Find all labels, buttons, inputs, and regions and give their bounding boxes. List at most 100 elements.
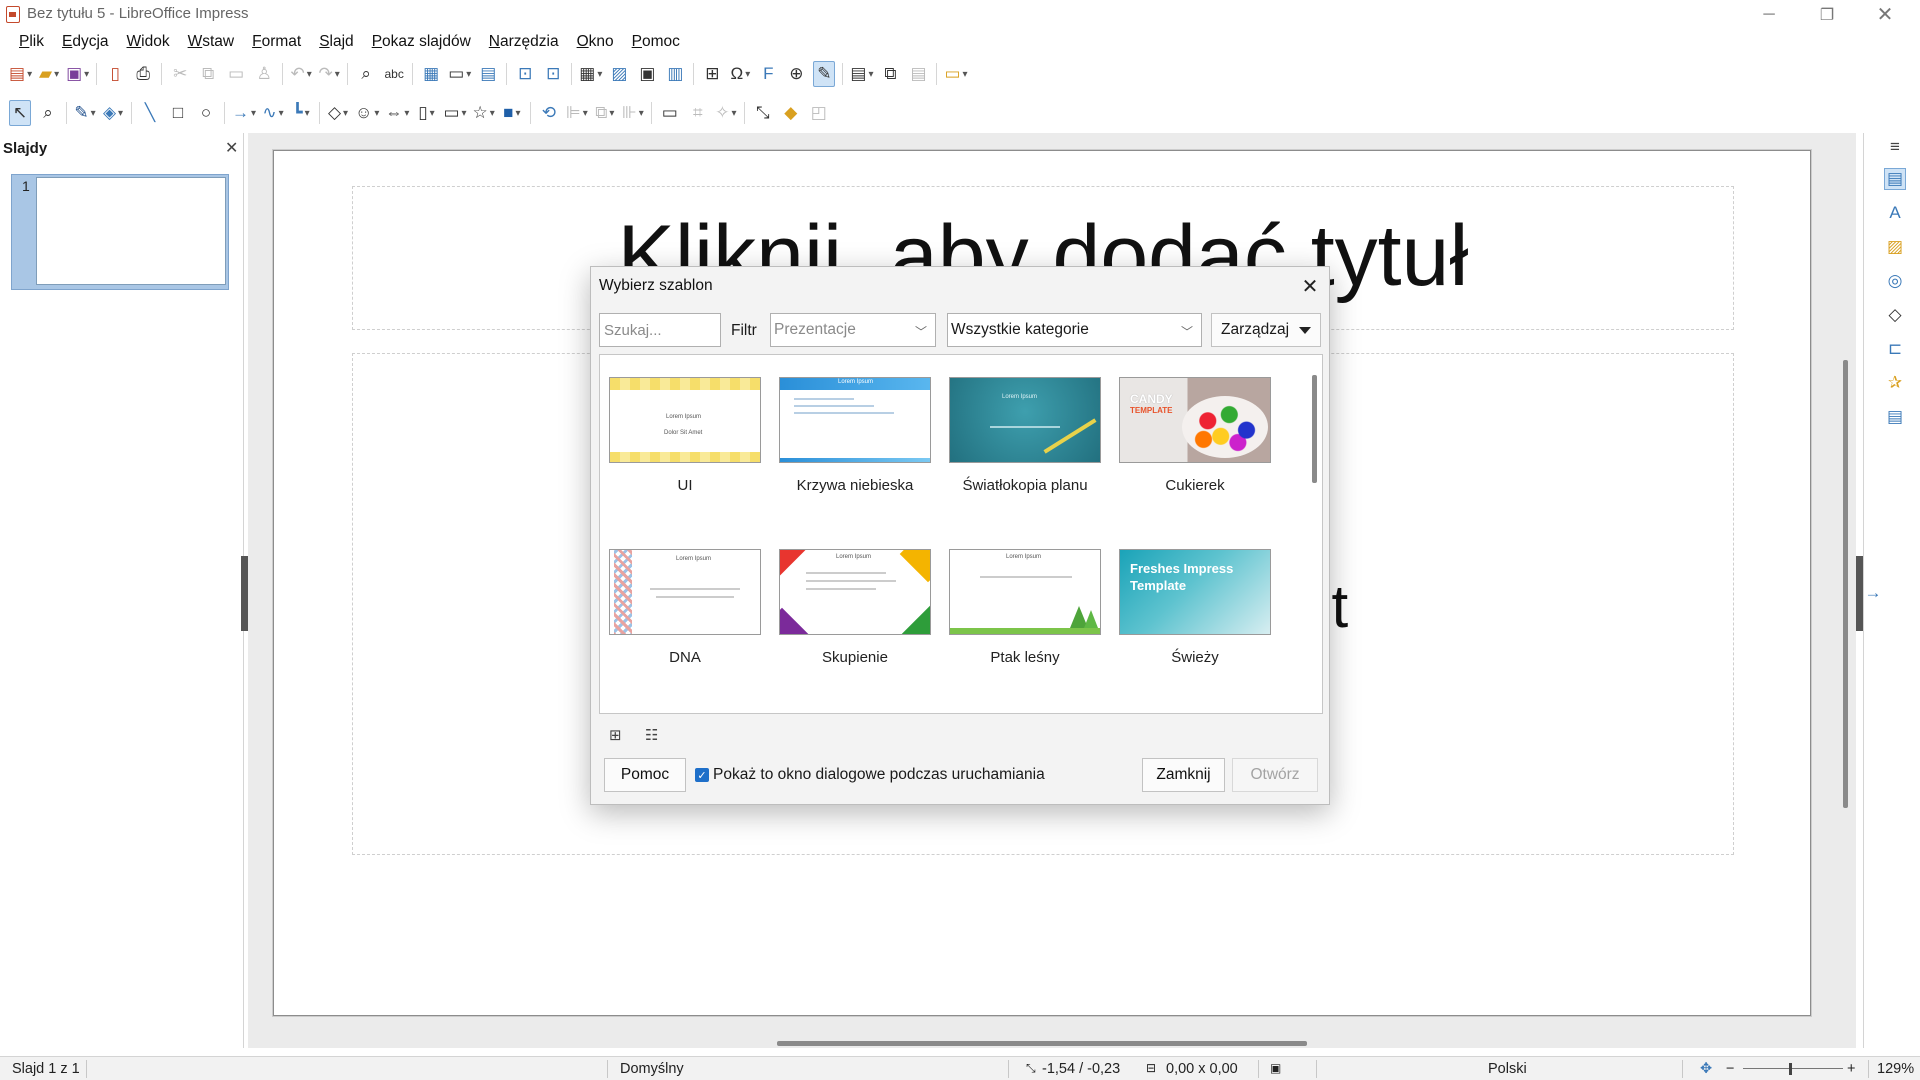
fontwork-icon[interactable]: F [757, 61, 779, 87]
properties-icon[interactable]: ▤ [1884, 168, 1906, 190]
menu-edycja[interactable]: Edycja [53, 33, 118, 51]
callouts-icon[interactable]: ▭ [443, 100, 466, 126]
language-indicator[interactable]: Polski [1488, 1061, 1527, 1077]
open-folder-icon[interactable]: ▰ [38, 61, 60, 87]
export-pdf-icon[interactable]: ▯ [104, 61, 126, 87]
print-icon[interactable]: ⎙ [132, 61, 154, 87]
align-icon[interactable]: ⊫ [566, 100, 588, 126]
gallery-icon[interactable]: ▨ [1884, 236, 1906, 258]
zoom-level[interactable]: 129% [1877, 1061, 1914, 1077]
start-current-slide-icon[interactable]: ⊡ [542, 61, 564, 87]
menu-pokaz-slajdow[interactable]: Pokaz slajdów [363, 33, 480, 51]
list-view-icon[interactable]: ☷ [645, 726, 658, 744]
document-modified-icon[interactable]: ▣ [1270, 1061, 1281, 1075]
left-pane-collapse-handle[interactable] [241, 556, 248, 631]
zoom-slider-thumb[interactable] [1789, 1063, 1792, 1075]
dialog-close-icon[interactable]: ✕ [1296, 272, 1324, 300]
template-ptak-lesny[interactable]: Lorem Ipsum Ptak leśny [949, 549, 1101, 669]
filter-icon[interactable]: ✧ [715, 100, 737, 126]
arrange-icon[interactable]: ⧉ [594, 100, 616, 126]
distribute-icon[interactable]: ⊪ [622, 100, 644, 126]
navigator-icon[interactable]: ◎ [1884, 270, 1906, 292]
menu-narzedzia[interactable]: Narzędzia [480, 33, 568, 51]
curves-icon[interactable]: ∿ [262, 100, 284, 126]
open-button[interactable]: Otwórz [1232, 758, 1318, 792]
shapes-icon[interactable]: ◇ [1884, 304, 1906, 326]
zoom-pan-icon[interactable]: ⌕ [37, 100, 59, 126]
clone-formatting-icon[interactable]: ♙ [253, 61, 275, 87]
save-icon[interactable]: ▣ [66, 61, 89, 87]
template-skupienie[interactable]: Lorem Ipsum Skupienie [779, 549, 931, 669]
template-ui[interactable]: Lorem Ipsum Dolor Sit Amet UI [609, 377, 761, 497]
glue-points-icon[interactable]: ◆ [780, 100, 802, 126]
cut-icon[interactable]: ✂ [169, 61, 191, 87]
thumbnail-view-icon[interactable]: ⊞ [609, 726, 622, 744]
ellipse-icon[interactable]: ○ [195, 100, 217, 126]
special-character-icon[interactable]: Ω [729, 61, 751, 87]
template-swiatlokopia-planu[interactable]: Lorem Ipsum Światłokopia planu [949, 377, 1101, 497]
show-draw-functions-icon[interactable]: ✎ [813, 61, 836, 87]
menu-okno[interactable]: Okno [568, 33, 623, 51]
startup-checkbox[interactable]: ✓ [695, 768, 709, 782]
slide-thumbnail[interactable] [36, 177, 226, 285]
template-krzywa-niebieska[interactable]: Lorem Ipsum Krzywa niebieska [779, 377, 931, 497]
zoom-in-icon[interactable]: + [1847, 1061, 1855, 1077]
shadow-icon[interactable]: ▭ [659, 100, 681, 126]
symbol-shapes-icon[interactable]: ☺ [355, 100, 379, 126]
insert-media-icon[interactable]: ▣ [636, 61, 658, 87]
menu-slajd[interactable]: Slajd [310, 33, 362, 51]
menu-widok[interactable]: Widok [118, 33, 179, 51]
slide-layout-icon[interactable]: ▭ [944, 61, 967, 87]
close-window-icon[interactable]: ✕ [1856, 0, 1914, 29]
rectangle-icon[interactable]: □ [167, 100, 189, 126]
close-button[interactable]: Zamknij [1142, 758, 1225, 792]
manage-button[interactable]: Zarządzaj [1211, 313, 1321, 347]
insert-image-icon[interactable]: ▨ [608, 61, 630, 87]
restore-icon[interactable]: ❐ [1798, 0, 1856, 29]
new-slide-icon[interactable]: ▤ [850, 61, 873, 87]
line-icon[interactable]: ╲ [139, 100, 161, 126]
template-swiezy[interactable]: Freshes Impress Template Świeży [1119, 549, 1271, 669]
help-button[interactable]: Pomoc [604, 758, 686, 792]
fit-slide-icon[interactable]: ✥ [1700, 1061, 1712, 1077]
styles-icon[interactable]: A [1884, 202, 1906, 224]
category-select[interactable]: Wszystkie kategorie ﹀ [947, 313, 1202, 347]
master-slides-icon[interactable]: ▤ [1884, 406, 1906, 428]
hyperlink-icon[interactable]: ⊕ [785, 61, 807, 87]
find-replace-icon[interactable]: ⌕ [355, 61, 377, 87]
spelling-icon[interactable]: abc [383, 61, 405, 87]
template-cukierek[interactable]: CANDY TEMPLATE Cukierek [1119, 377, 1271, 497]
display-views-icon[interactable]: ▭ [448, 61, 471, 87]
paste-icon[interactable]: ▭ [225, 61, 247, 87]
template-grid-scrollbar[interactable] [1312, 375, 1317, 483]
menu-wstaw[interactable]: Wstaw [179, 33, 244, 51]
select-arrow-icon[interactable]: ↖ [9, 100, 31, 126]
block-arrows-icon[interactable]: ⇔ [385, 100, 409, 126]
menu-plik[interactable]: Plik [10, 33, 53, 51]
points-icon[interactable]: ⤡ [752, 100, 774, 126]
start-first-slide-icon[interactable]: ⊡ [514, 61, 536, 87]
duplicate-slide-icon[interactable]: ⧉ [879, 61, 901, 87]
redo-icon[interactable]: ↷ [318, 61, 340, 87]
minimize-icon[interactable]: ─ [1740, 0, 1798, 29]
sidebar-menu-icon[interactable]: ≡ [1884, 136, 1906, 158]
crop-icon[interactable]: ⌗ [687, 100, 709, 126]
menu-format[interactable]: Format [243, 33, 310, 51]
rotate-icon[interactable]: ⟲ [538, 100, 560, 126]
sidebar-expand-arrow-icon[interactable]: → [1862, 582, 1884, 604]
template-dna[interactable]: Lorem Ipsum DNA [609, 549, 761, 669]
insert-table-icon[interactable]: ▦ [579, 61, 602, 87]
lines-arrows-icon[interactable]: → [232, 100, 256, 126]
line-color-icon[interactable]: ✎ [74, 100, 96, 126]
insert-chart-icon[interactable]: ▥ [664, 61, 686, 87]
copy-icon[interactable]: ⧉ [197, 61, 219, 87]
master-slide-name[interactable]: Domyślny [620, 1061, 684, 1077]
zoom-out-icon[interactable]: − [1726, 1061, 1734, 1077]
connectors-icon[interactable]: ┗ [290, 100, 312, 126]
menu-pomoc[interactable]: Pomoc [623, 33, 689, 51]
horizontal-scrollbar[interactable] [777, 1041, 1307, 1046]
filter-select[interactable]: Prezentacje ﹀ [770, 313, 936, 347]
3d-objects-icon[interactable]: ■ [501, 100, 523, 126]
template-search-input[interactable] [599, 313, 721, 347]
animation-icon[interactable]: ✰ [1884, 372, 1906, 394]
